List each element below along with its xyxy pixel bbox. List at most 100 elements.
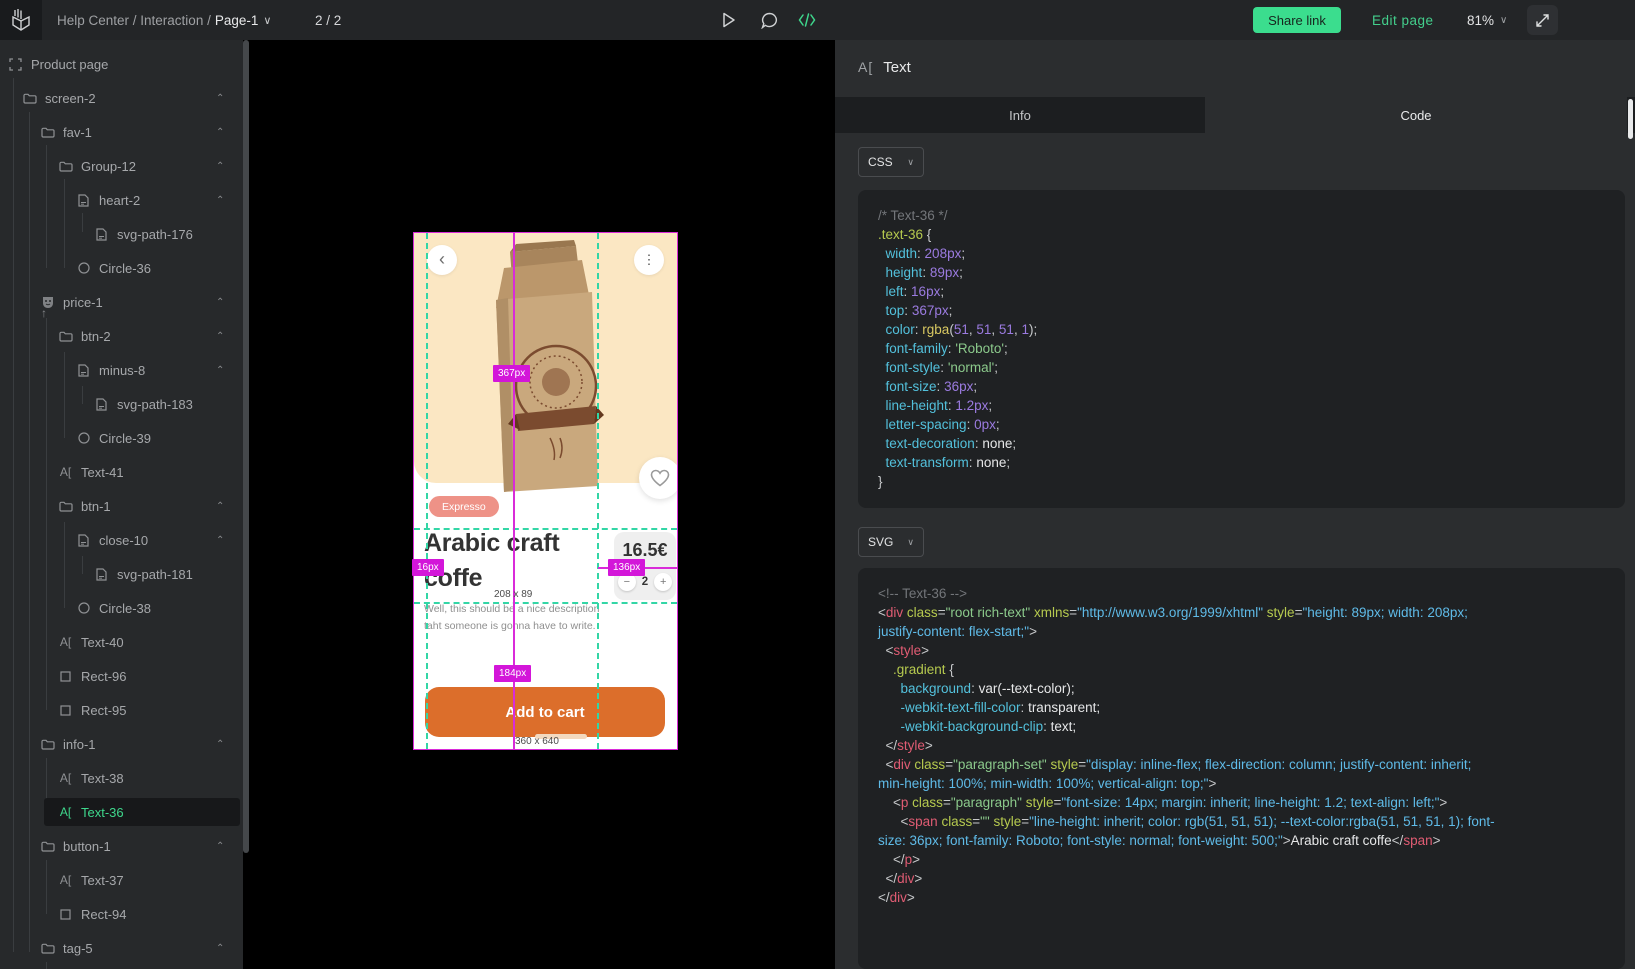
back-button[interactable]: ‹ xyxy=(427,245,457,275)
breadcrumb-prefix: Help Center / Interaction / xyxy=(57,13,211,28)
layer-row-price-1[interactable]: price-1⌃ xyxy=(0,289,243,315)
app-logo[interactable] xyxy=(0,0,42,40)
layer-label: svg-path-181 xyxy=(117,567,193,582)
code-line: } xyxy=(878,472,1605,491)
layer-label: Group-12 xyxy=(81,159,136,174)
code-line: text-transform: none; xyxy=(878,453,1605,472)
code-line: </div> xyxy=(878,869,1605,888)
chevron-up-icon[interactable]: ⌃ xyxy=(216,161,224,172)
layer-row-group-12[interactable]: Group-12 ⌃ xyxy=(0,153,243,179)
panel-tabs: Info Code xyxy=(835,97,1635,133)
layer-label: Circle-39 xyxy=(99,431,151,446)
layer-row-btn-2[interactable]: btn-2⌃ xyxy=(0,323,243,349)
chevron-up-icon[interactable]: ⌃ xyxy=(216,535,224,546)
sidebar-scrollbar[interactable] xyxy=(243,40,249,853)
layer-row-circle-39[interactable]: Circle-39 xyxy=(0,425,243,451)
rect-layer-icon xyxy=(58,703,73,718)
layer-row-fav-1[interactable]: fav-1⌃ xyxy=(0,119,243,145)
back-chevron-icon: ‹ xyxy=(439,250,445,268)
layer-row-svg-path-176[interactable]: svg-path-176 xyxy=(0,221,243,247)
chevron-up-icon[interactable]: ⌃ xyxy=(216,331,224,342)
file-layer-icon xyxy=(94,567,109,582)
quantity-plus-button[interactable]: + xyxy=(654,573,672,591)
layer-row-btn-1[interactable]: btn-1 ⌃ xyxy=(0,493,243,519)
chevron-down-icon[interactable]: ∨ xyxy=(263,14,271,27)
text-layer-icon: A[ xyxy=(58,805,73,820)
code-view-button[interactable] xyxy=(792,0,822,40)
comment-button[interactable] xyxy=(754,0,784,40)
layer-row-rect-94[interactable]: Rect-94 xyxy=(0,901,243,927)
layer-row-minus-8[interactable]: minus-8⌃ xyxy=(0,357,243,383)
chevron-up-icon[interactable]: ⌃ xyxy=(216,841,224,852)
code-line: font-size: 36px; xyxy=(878,377,1605,396)
layer-row-text-36[interactable]: A[Text-36 xyxy=(0,799,243,825)
description-line-2: taht someone is gonna have to write. xyxy=(424,618,609,635)
canvas[interactable]: ‹ ⋮ Expresso Arabic craft coffe 16.5€ − … xyxy=(243,40,835,969)
chevron-up-icon[interactable]: ⌃ xyxy=(216,365,224,376)
layer-label: info-1 xyxy=(63,737,96,752)
chevron-up-icon[interactable]: ⌃ xyxy=(216,127,224,138)
folder-layer-icon xyxy=(58,499,73,514)
layer-row-heart-2[interactable]: heart-2 ⌃ xyxy=(0,187,243,213)
css-code-block[interactable]: /* Text-36 */.text-36 { width: 208px; he… xyxy=(858,190,1625,508)
chevron-up-icon[interactable]: ⌃ xyxy=(216,93,224,104)
layer-row-rect-95[interactable]: Rect-95 xyxy=(0,697,243,723)
chevron-down-icon: ∨ xyxy=(907,157,914,168)
folder-layer-icon xyxy=(40,941,55,956)
layer-label: button-1 xyxy=(63,839,111,854)
add-to-cart-button[interactable]: Add to cart xyxy=(425,687,665,737)
share-link-button[interactable]: Share link xyxy=(1253,7,1341,33)
file-layer-icon xyxy=(76,193,91,208)
layer-row-text-40[interactable]: A[Text-40 xyxy=(0,629,243,655)
layer-row-screen-2[interactable]: screen-2⌃ xyxy=(0,85,243,111)
rect-layer-icon xyxy=(58,669,73,684)
layer-row-text-38[interactable]: A[Text-38 xyxy=(0,765,243,791)
code-line: top: 367px; xyxy=(878,301,1605,320)
layer-row-button-1[interactable]: button-1 ⌃ xyxy=(0,833,243,859)
tab-code[interactable]: Code xyxy=(1205,97,1627,133)
edit-page-link[interactable]: Edit page xyxy=(1372,0,1434,40)
layer-label: Circle-38 xyxy=(99,601,151,616)
layer-label: btn-1 xyxy=(81,499,111,514)
top-bar: Help Center / Interaction / Page-1 ∨ 2 /… xyxy=(0,0,1635,40)
file-layer-icon xyxy=(76,533,91,548)
layer-row-text-41[interactable]: A[Text-41 xyxy=(0,459,243,485)
product-tag[interactable]: Expresso xyxy=(429,496,499,517)
layer-row-product page[interactable]: Product page xyxy=(0,51,243,77)
breadcrumb-current-page[interactable]: Page-1 xyxy=(215,13,259,28)
tab-info[interactable]: Info xyxy=(835,97,1205,133)
layer-row-svg-path-183[interactable]: svg-path-183 xyxy=(0,391,243,417)
favorite-button[interactable] xyxy=(639,457,677,499)
layer-row-text-37[interactable]: A[Text-37 xyxy=(0,867,243,893)
zoom-control[interactable]: 81% ∨ xyxy=(1467,0,1507,40)
layers-sidebar: Product pagescreen-2⌃fav-1⌃Group-12⌃hear… xyxy=(0,40,243,969)
fullscreen-button[interactable] xyxy=(1527,5,1558,35)
code-line: <div class="paragraph-set" style="displa… xyxy=(878,755,1605,774)
tree-connector-line xyxy=(46,962,47,969)
code-line: text-decoration: none; xyxy=(878,434,1605,453)
svg-format-dropdown[interactable]: SVG ∨ xyxy=(858,527,924,557)
layer-row-svg-path-181[interactable]: svg-path-181 xyxy=(0,561,243,587)
layer-row-close-10[interactable]: close-10⌃ xyxy=(0,527,243,553)
panel-scrollbar[interactable] xyxy=(1628,99,1633,139)
layer-label: heart-2 xyxy=(99,193,140,208)
chevron-up-icon[interactable]: ⌃ xyxy=(216,195,224,206)
layer-row-info-1[interactable]: info-1 ⌃ xyxy=(0,731,243,757)
chevron-up-icon[interactable]: ⌃ xyxy=(216,739,224,750)
code-line: </p> xyxy=(878,850,1605,869)
layer-row-tag-5[interactable]: tag-5⌃ xyxy=(0,935,243,961)
more-menu-button[interactable]: ⋮ xyxy=(634,245,664,275)
svg-code-block[interactable]: <!-- Text-36 --><div class="root rich-te… xyxy=(858,568,1625,969)
play-button[interactable] xyxy=(714,0,744,40)
chevron-up-icon[interactable]: ⌃ xyxy=(216,501,224,512)
layer-row-circle-38[interactable]: Circle-38 xyxy=(0,595,243,621)
phone-frame[interactable]: ‹ ⋮ Expresso Arabic craft coffe 16.5€ − … xyxy=(414,233,677,749)
chevron-up-icon[interactable]: ⌃ xyxy=(216,297,224,308)
breadcrumb[interactable]: Help Center / Interaction / Page-1 ∨ xyxy=(57,0,271,40)
code-line: height: 89px; xyxy=(878,263,1605,282)
layer-row-rect-96[interactable]: Rect-96 xyxy=(0,663,243,689)
guide-top xyxy=(414,528,677,530)
chevron-up-icon[interactable]: ⌃ xyxy=(216,943,224,954)
layer-row-circle-36[interactable]: Circle-36 xyxy=(0,255,243,281)
css-format-dropdown[interactable]: CSS ∨ xyxy=(858,147,924,177)
